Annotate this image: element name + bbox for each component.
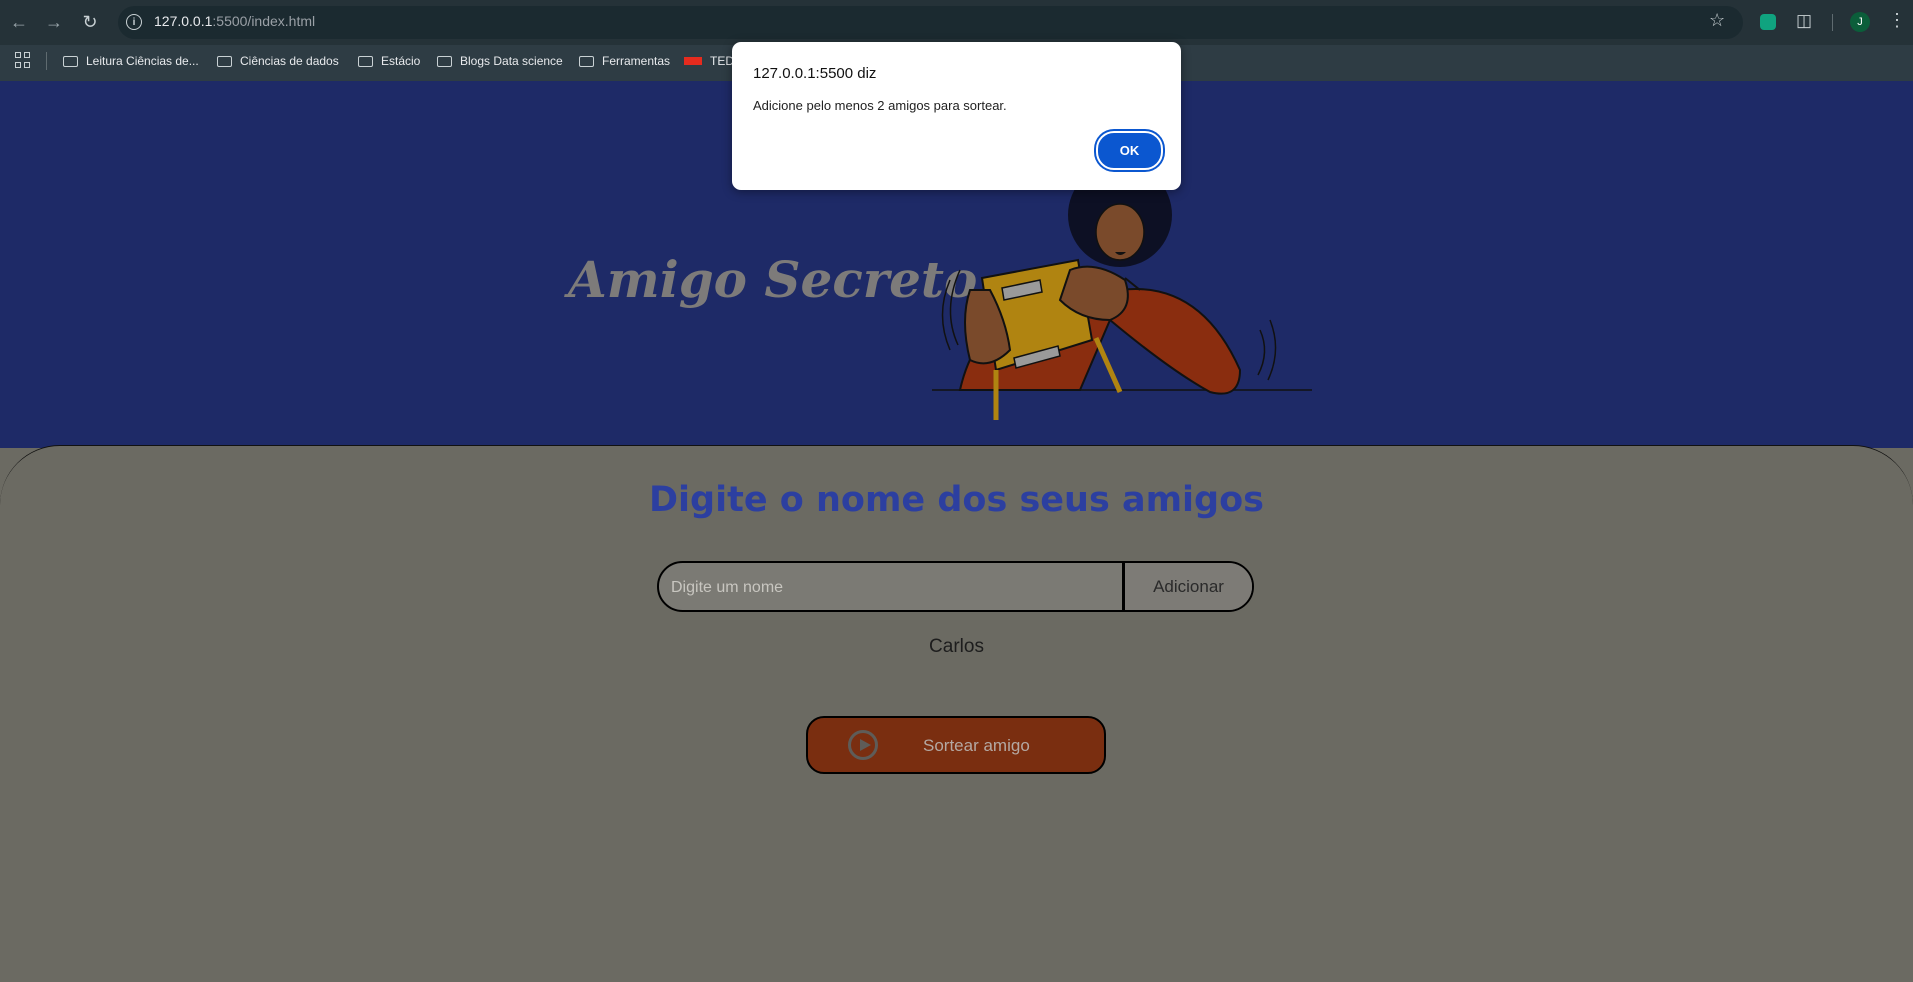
apps-grid-icon[interactable]: [15, 52, 31, 68]
forward-icon[interactable]: →: [42, 10, 66, 34]
dialog-message: Adicione pelo menos 2 amigos para sortea…: [753, 98, 1007, 113]
toolbar-divider: [1832, 14, 1833, 31]
section-title: Digite o nome dos seus amigos: [649, 480, 1264, 520]
play-icon: [848, 730, 878, 760]
folder-icon: [579, 55, 594, 67]
bookmark-item[interactable]: Ferramentas: [579, 52, 670, 70]
browser-menu-icon[interactable]: ⋮: [1888, 10, 1906, 31]
folder-icon: [63, 55, 78, 67]
url-text[interactable]: 127.0.0.1:5500/index.html: [154, 13, 315, 29]
bookmark-item[interactable]: Ciências de dados: [217, 52, 339, 70]
draw-friend-label: Sortear amigo: [923, 736, 1030, 755]
friend-list-item: Carlos: [929, 636, 984, 657]
bookmark-item[interactable]: TED:: [684, 52, 737, 70]
site-info-icon[interactable]: i: [126, 14, 142, 30]
reload-icon[interactable]: ↻: [78, 10, 102, 34]
bookmarks-divider: [46, 52, 47, 70]
profile-avatar[interactable]: J: [1850, 12, 1870, 32]
friend-name-input[interactable]: [659, 563, 1136, 610]
extensions-puzzle-icon[interactable]: ◫: [1796, 11, 1816, 31]
bookmark-item[interactable]: Estácio: [358, 52, 420, 70]
address-bar[interactable]: [118, 6, 1743, 39]
content-panel: [0, 445, 1913, 982]
bookmark-star-icon[interactable]: ☆: [1709, 10, 1725, 31]
dialog-ok-button[interactable]: OK: [1096, 131, 1163, 170]
back-icon[interactable]: ←: [7, 10, 31, 34]
add-button[interactable]: Adicionar: [1122, 563, 1252, 610]
page-title: Amigo Secreto: [568, 250, 978, 309]
bookmark-item[interactable]: Blogs Data science: [437, 52, 563, 70]
add-friend-form: Adicionar: [657, 561, 1254, 612]
extension-icon[interactable]: [1760, 14, 1776, 30]
folder-icon: [437, 55, 452, 67]
dialog-title: 127.0.0.1:5500 diz: [753, 65, 877, 82]
ted-logo-icon: [684, 57, 702, 65]
folder-icon: [358, 55, 373, 67]
person-shaking-box-illustration: [920, 163, 1320, 435]
alert-dialog: 127.0.0.1:5500 diz Adicione pelo menos 2…: [732, 42, 1181, 190]
draw-friend-button[interactable]: Sortear amigo: [806, 716, 1106, 774]
folder-icon: [217, 55, 232, 67]
bookmark-item[interactable]: Leitura Ciências de...: [63, 52, 199, 70]
